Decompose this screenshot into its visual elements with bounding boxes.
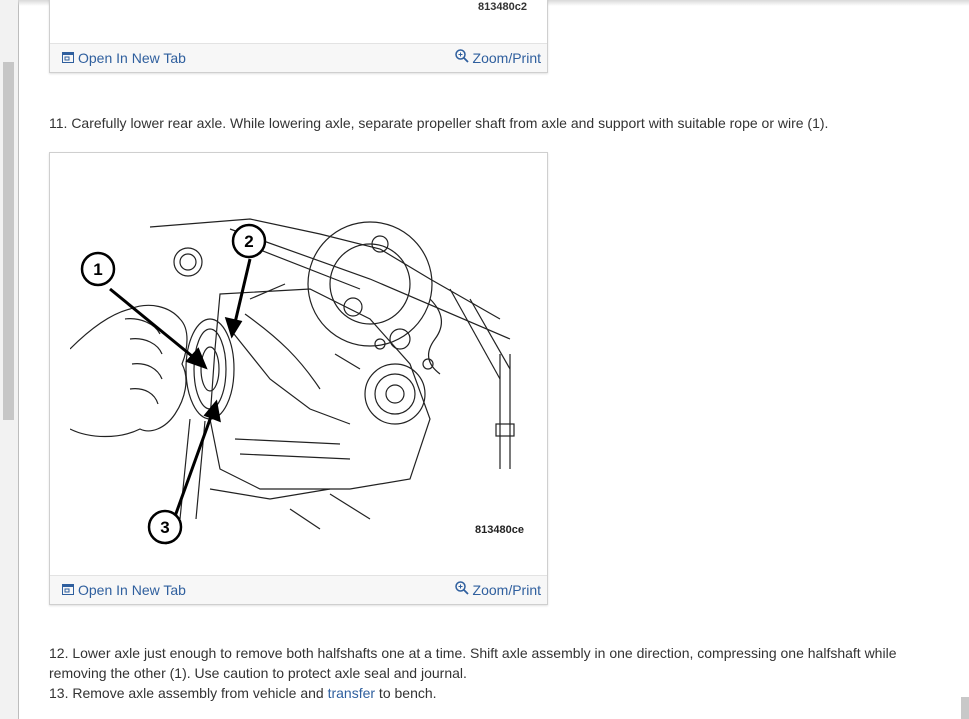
figure-axle-removal: 1 2 3 813480ce Open In New Tab Zoom/Prin… (49, 152, 548, 605)
axle-illustration: 1 2 3 (70, 218, 515, 545)
callout-2-label: 2 (244, 232, 253, 251)
left-panel-gutter (0, 0, 19, 719)
callout-1: 1 (80, 251, 116, 287)
figure-code: 813480ce (475, 524, 524, 536)
step-12-text: 12. Lower axle just enough to remove bot… (49, 645, 897, 681)
open-in-new-tab-link[interactable]: Open In New Tab (62, 50, 186, 66)
callout-1-label: 1 (93, 260, 102, 279)
right-scrollbar-thumb[interactable] (961, 697, 969, 719)
callout-2: 2 (231, 223, 267, 259)
figure-previous: 813480c2 Open In New Tab Zoom/Print (49, 0, 548, 73)
figure-code: 813480c2 (478, 1, 527, 13)
zoom-print-label: Zoom/Print (472, 581, 541, 598)
callout-3: 3 (147, 509, 183, 545)
open-in-new-tab-link[interactable]: Open In New Tab (62, 582, 186, 598)
left-scrollbar-thumb[interactable] (3, 62, 14, 420)
step-13-prefix: 13. Remove axle assembly from vehicle an… (49, 685, 328, 701)
zoom-print-link[interactable]: Zoom/Print (454, 581, 541, 598)
callout-3-label: 3 (160, 518, 169, 537)
step-11-text: 11. Carefully lower rear axle. While low… (49, 115, 829, 131)
zoom-magnifier-icon (454, 49, 469, 66)
open-in-new-tab-label: Open In New Tab (78, 582, 186, 598)
zoom-magnifier-icon (454, 581, 469, 598)
open-in-new-tab-icon (62, 50, 74, 66)
figure-toolbar: Open In New Tab Zoom/Print (50, 43, 547, 72)
step-13-suffix: to bench. (375, 685, 437, 701)
zoom-print-label: Zoom/Print (472, 49, 541, 66)
transfer-link[interactable]: transfer (328, 685, 375, 701)
zoom-print-link[interactable]: Zoom/Print (454, 49, 541, 66)
open-in-new-tab-label: Open In New Tab (78, 50, 186, 66)
figure-toolbar: Open In New Tab Zoom/Print (50, 575, 547, 604)
open-in-new-tab-icon (62, 582, 74, 598)
step-13-text: 13. Remove axle assembly from vehicle an… (49, 683, 929, 703)
